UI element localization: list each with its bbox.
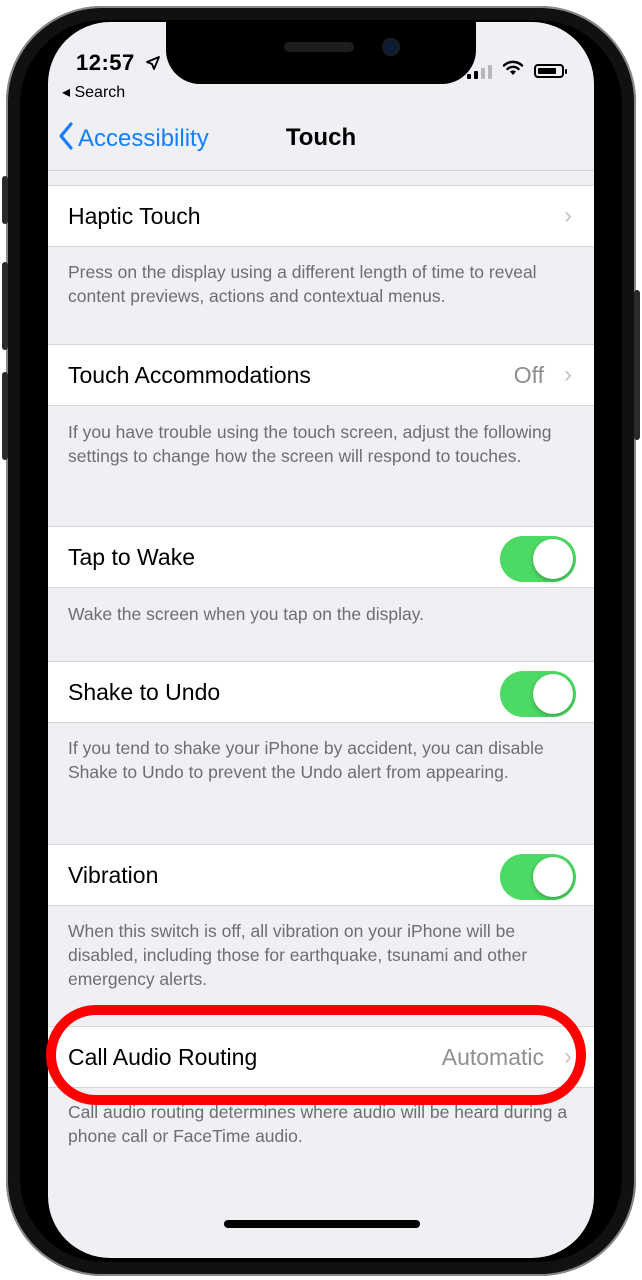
chevron-right-icon: › (564, 361, 572, 388)
toggle-knob (533, 674, 573, 714)
vibration-row: Vibration (48, 844, 594, 906)
tap-to-wake-row: Tap to Wake (48, 526, 594, 588)
tap-to-wake-toggle[interactable] (500, 536, 576, 582)
side-button (634, 290, 640, 440)
row-footer-text: Press on the display using a different l… (68, 262, 537, 306)
volume-down-button (2, 372, 8, 460)
row-label: Haptic Touch (68, 203, 201, 229)
row-label: Shake to Undo (68, 679, 221, 705)
shake-to-undo-row: Shake to Undo (48, 661, 594, 723)
row-footer-text: Wake the screen when you tap on the disp… (68, 604, 425, 624)
row-footer-text: If you tend to shake your iPhone by acci… (68, 738, 544, 782)
row-label: Touch Accommodations (68, 362, 311, 388)
back-to-app-link[interactable]: ◂ Search (62, 82, 125, 102)
speaker-grille (284, 42, 354, 52)
mute-switch (2, 176, 8, 224)
touch-accommodations-row[interactable]: Touch Accommodations Off › (48, 344, 594, 406)
status-time: 12:57 (76, 50, 135, 75)
row-label: Tap to Wake (68, 544, 195, 570)
row-label: Vibration (68, 862, 159, 888)
shake-to-undo-toggle[interactable] (500, 671, 576, 717)
toggle-knob (533, 857, 573, 897)
row-footer-text: When this switch is off, all vibration o… (68, 921, 528, 989)
vibration-toggle[interactable] (500, 854, 576, 900)
highlight-annotation-ring (46, 1005, 586, 1105)
location-arrow-icon (146, 56, 160, 73)
wifi-icon (502, 60, 524, 81)
row-footer-text: Call audio routing determines where audi… (68, 1102, 568, 1146)
toggle-knob (533, 539, 573, 579)
status-indicators (467, 60, 567, 81)
home-indicator[interactable] (224, 1220, 420, 1228)
notch (166, 22, 476, 84)
cellular-signal-icon (467, 63, 492, 79)
battery-icon (534, 63, 567, 78)
volume-up-button (2, 262, 8, 350)
chevron-right-icon: › (564, 202, 572, 229)
front-camera (384, 40, 398, 54)
row-footer-text: If you have trouble using the touch scre… (68, 422, 552, 466)
page-title: Touch (285, 124, 357, 151)
navbar-divider (48, 170, 594, 171)
row-value: Off (513, 362, 544, 388)
navigation-bar: Accessibility Touch (48, 118, 594, 166)
haptic-touch-row[interactable]: Haptic Touch › (48, 185, 594, 247)
